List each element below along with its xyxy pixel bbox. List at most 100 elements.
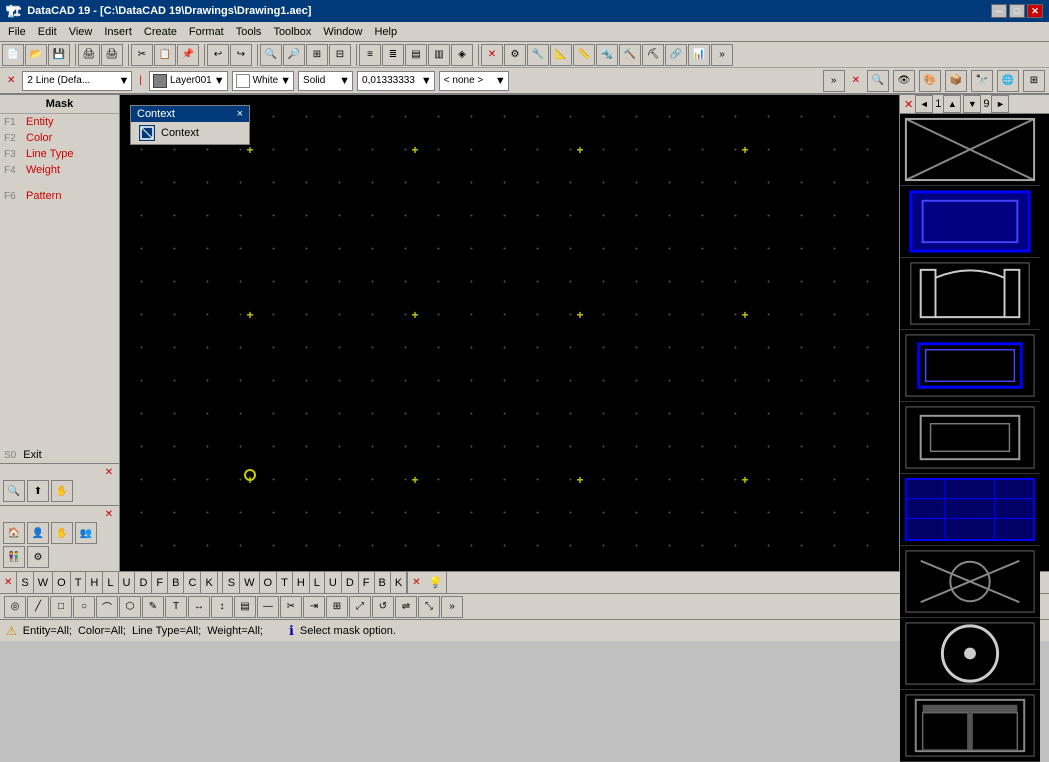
menu-view[interactable]: View [63, 24, 99, 40]
layer-dropdown[interactable]: Layer001 ▼ [149, 71, 228, 91]
sk-T1[interactable]: T [71, 572, 87, 593]
sk-K1[interactable]: K [201, 572, 217, 593]
person-btn[interactable]: 👤 [27, 522, 49, 544]
sk-F1[interactable]: F [152, 572, 168, 593]
arc-btn[interactable]: ⌒ [96, 596, 118, 618]
view4-btn[interactable]: 🔭 [971, 70, 993, 92]
menu-edit[interactable]: Edit [32, 24, 63, 40]
zoom3-btn[interactable]: ⊞ [306, 44, 328, 66]
people-btn[interactable]: 👥 [75, 522, 97, 544]
redo-btn[interactable]: ↪ [230, 44, 252, 66]
view1-btn[interactable]: 👁 [893, 70, 915, 92]
sk-B1[interactable]: B [168, 572, 184, 593]
scale-dropdown[interactable]: 0,01333333 ▼ [357, 71, 435, 91]
magnify-icon-btn[interactable]: 🔍 [3, 480, 25, 502]
hand-icon-btn[interactable]: ✋ [51, 480, 73, 502]
view3-btn[interactable]: 📦 [945, 70, 967, 92]
mirror-btn[interactable]: ⇌ [395, 596, 417, 618]
solid-dropdown[interactable]: Solid ▼ [298, 71, 353, 91]
view2-btn[interactable]: 🎨 [919, 70, 941, 92]
sk-H1[interactable]: H [86, 572, 103, 593]
sk-bulb[interactable]: 💡 [425, 572, 448, 593]
figure-close-x[interactable]: ✕ [3, 509, 116, 520]
context-menu-item-1[interactable]: Context [131, 122, 249, 144]
right-close-x[interactable]: ✕ [904, 98, 913, 111]
hatch-btn[interactable]: ▤ [234, 596, 256, 618]
minimize-btn[interactable]: ─ [991, 4, 1007, 18]
right-page-down-btn[interactable]: ▼ [963, 95, 981, 113]
zoom4-btn[interactable]: ⊟ [329, 44, 351, 66]
menu-format[interactable]: Format [183, 24, 230, 40]
restore-btn[interactable]: □ [1009, 4, 1025, 18]
tools4-btn[interactable]: 📏 [573, 44, 595, 66]
mask-weight[interactable]: F4 Weight [0, 162, 119, 178]
shortcut-close-x1[interactable]: ✕ [0, 572, 17, 593]
menu-tools[interactable]: Tools [230, 24, 268, 40]
right-page-up-btn[interactable]: ▲ [943, 95, 961, 113]
sk-close2[interactable]: ✕ [407, 572, 424, 593]
sk-F2[interactable]: F [359, 572, 375, 593]
up-icon-btn[interactable]: ⬆ [27, 480, 49, 502]
tb2-close[interactable]: ✕ [4, 75, 18, 86]
sk-D2[interactable]: D [342, 572, 359, 593]
line-btn[interactable]: ╱ [27, 596, 49, 618]
mask-color[interactable]: F2 Color [0, 130, 119, 146]
sk-U2[interactable]: U [325, 572, 342, 593]
more-btn[interactable]: » [711, 44, 733, 66]
panel-close-x[interactable]: ✕ [3, 467, 116, 478]
menu-insert[interactable]: Insert [98, 24, 138, 40]
dim-btn[interactable]: ↔ [188, 596, 210, 618]
paste-btn[interactable]: 📌 [177, 44, 199, 66]
sk-W1[interactable]: W [34, 572, 53, 593]
new-btn[interactable]: 📄 [2, 44, 24, 66]
tools3-btn[interactable]: 📐 [550, 44, 572, 66]
undo-btn[interactable]: ↩ [207, 44, 229, 66]
tools7-btn[interactable]: ⛏ [642, 44, 664, 66]
tools1-btn[interactable]: ⚙ [504, 44, 526, 66]
target-dropdown[interactable]: < none > ▼ [439, 71, 509, 91]
text-btn[interactable]: T [165, 596, 187, 618]
color-dropdown[interactable]: White ▼ [232, 71, 294, 91]
thumb-1[interactable] [900, 114, 1040, 186]
sk-K2[interactable]: K [391, 572, 407, 593]
save-btn[interactable]: 💾 [48, 44, 70, 66]
exit-item[interactable]: S0 Exit [0, 447, 119, 463]
zoom2-btn[interactable]: 🔎 [283, 44, 305, 66]
tools8-btn[interactable]: 🔗 [665, 44, 687, 66]
menu-help[interactable]: Help [368, 24, 403, 40]
sk-H2[interactable]: H [293, 572, 310, 593]
sk-S2[interactable]: S [224, 572, 240, 593]
sk-L2[interactable]: L [310, 572, 325, 593]
tools2-btn[interactable]: 🔧 [527, 44, 549, 66]
titlebar-controls[interactable]: ─ □ ✕ [991, 4, 1043, 18]
people2-btn[interactable]: 👫 [3, 546, 25, 568]
tools9-btn[interactable]: 📊 [688, 44, 710, 66]
print2-btn[interactable]: 🖨 [101, 44, 123, 66]
menu-create[interactable]: Create [138, 24, 183, 40]
layer3-btn[interactable]: ▤ [405, 44, 427, 66]
view5-btn[interactable]: 🌐 [997, 70, 1019, 92]
extend-btn[interactable]: ⇥ [303, 596, 325, 618]
close-btn[interactable]: ✕ [1027, 4, 1043, 18]
rotate-btn[interactable]: ↺ [372, 596, 394, 618]
menu-toolbox[interactable]: Toolbox [267, 24, 317, 40]
thumb-6[interactable] [900, 474, 1040, 546]
thumb-4[interactable] [900, 330, 1040, 402]
close-panel-btn[interactable]: ✕ [481, 44, 503, 66]
thumb-5[interactable] [900, 402, 1040, 474]
sk-D1[interactable]: D [135, 572, 152, 593]
sk-L1[interactable]: L [103, 572, 118, 593]
snap-btn[interactable]: ◎ [4, 596, 26, 618]
tools-more[interactable]: » [441, 596, 463, 618]
thumb-9[interactable] [900, 690, 1040, 762]
thumb-3[interactable] [900, 258, 1040, 330]
hand-btn[interactable]: ✋ [51, 522, 73, 544]
thumb-7[interactable] [900, 546, 1040, 618]
menu-window[interactable]: Window [317, 24, 368, 40]
tools5-btn[interactable]: 🔩 [596, 44, 618, 66]
trim-btn[interactable]: ✂ [280, 596, 302, 618]
sk-W2[interactable]: W [240, 572, 259, 593]
sk-S1[interactable]: S [17, 572, 33, 593]
mask-linetype[interactable]: F3 Line Type [0, 146, 119, 162]
tools6-btn[interactable]: 🔨 [619, 44, 641, 66]
